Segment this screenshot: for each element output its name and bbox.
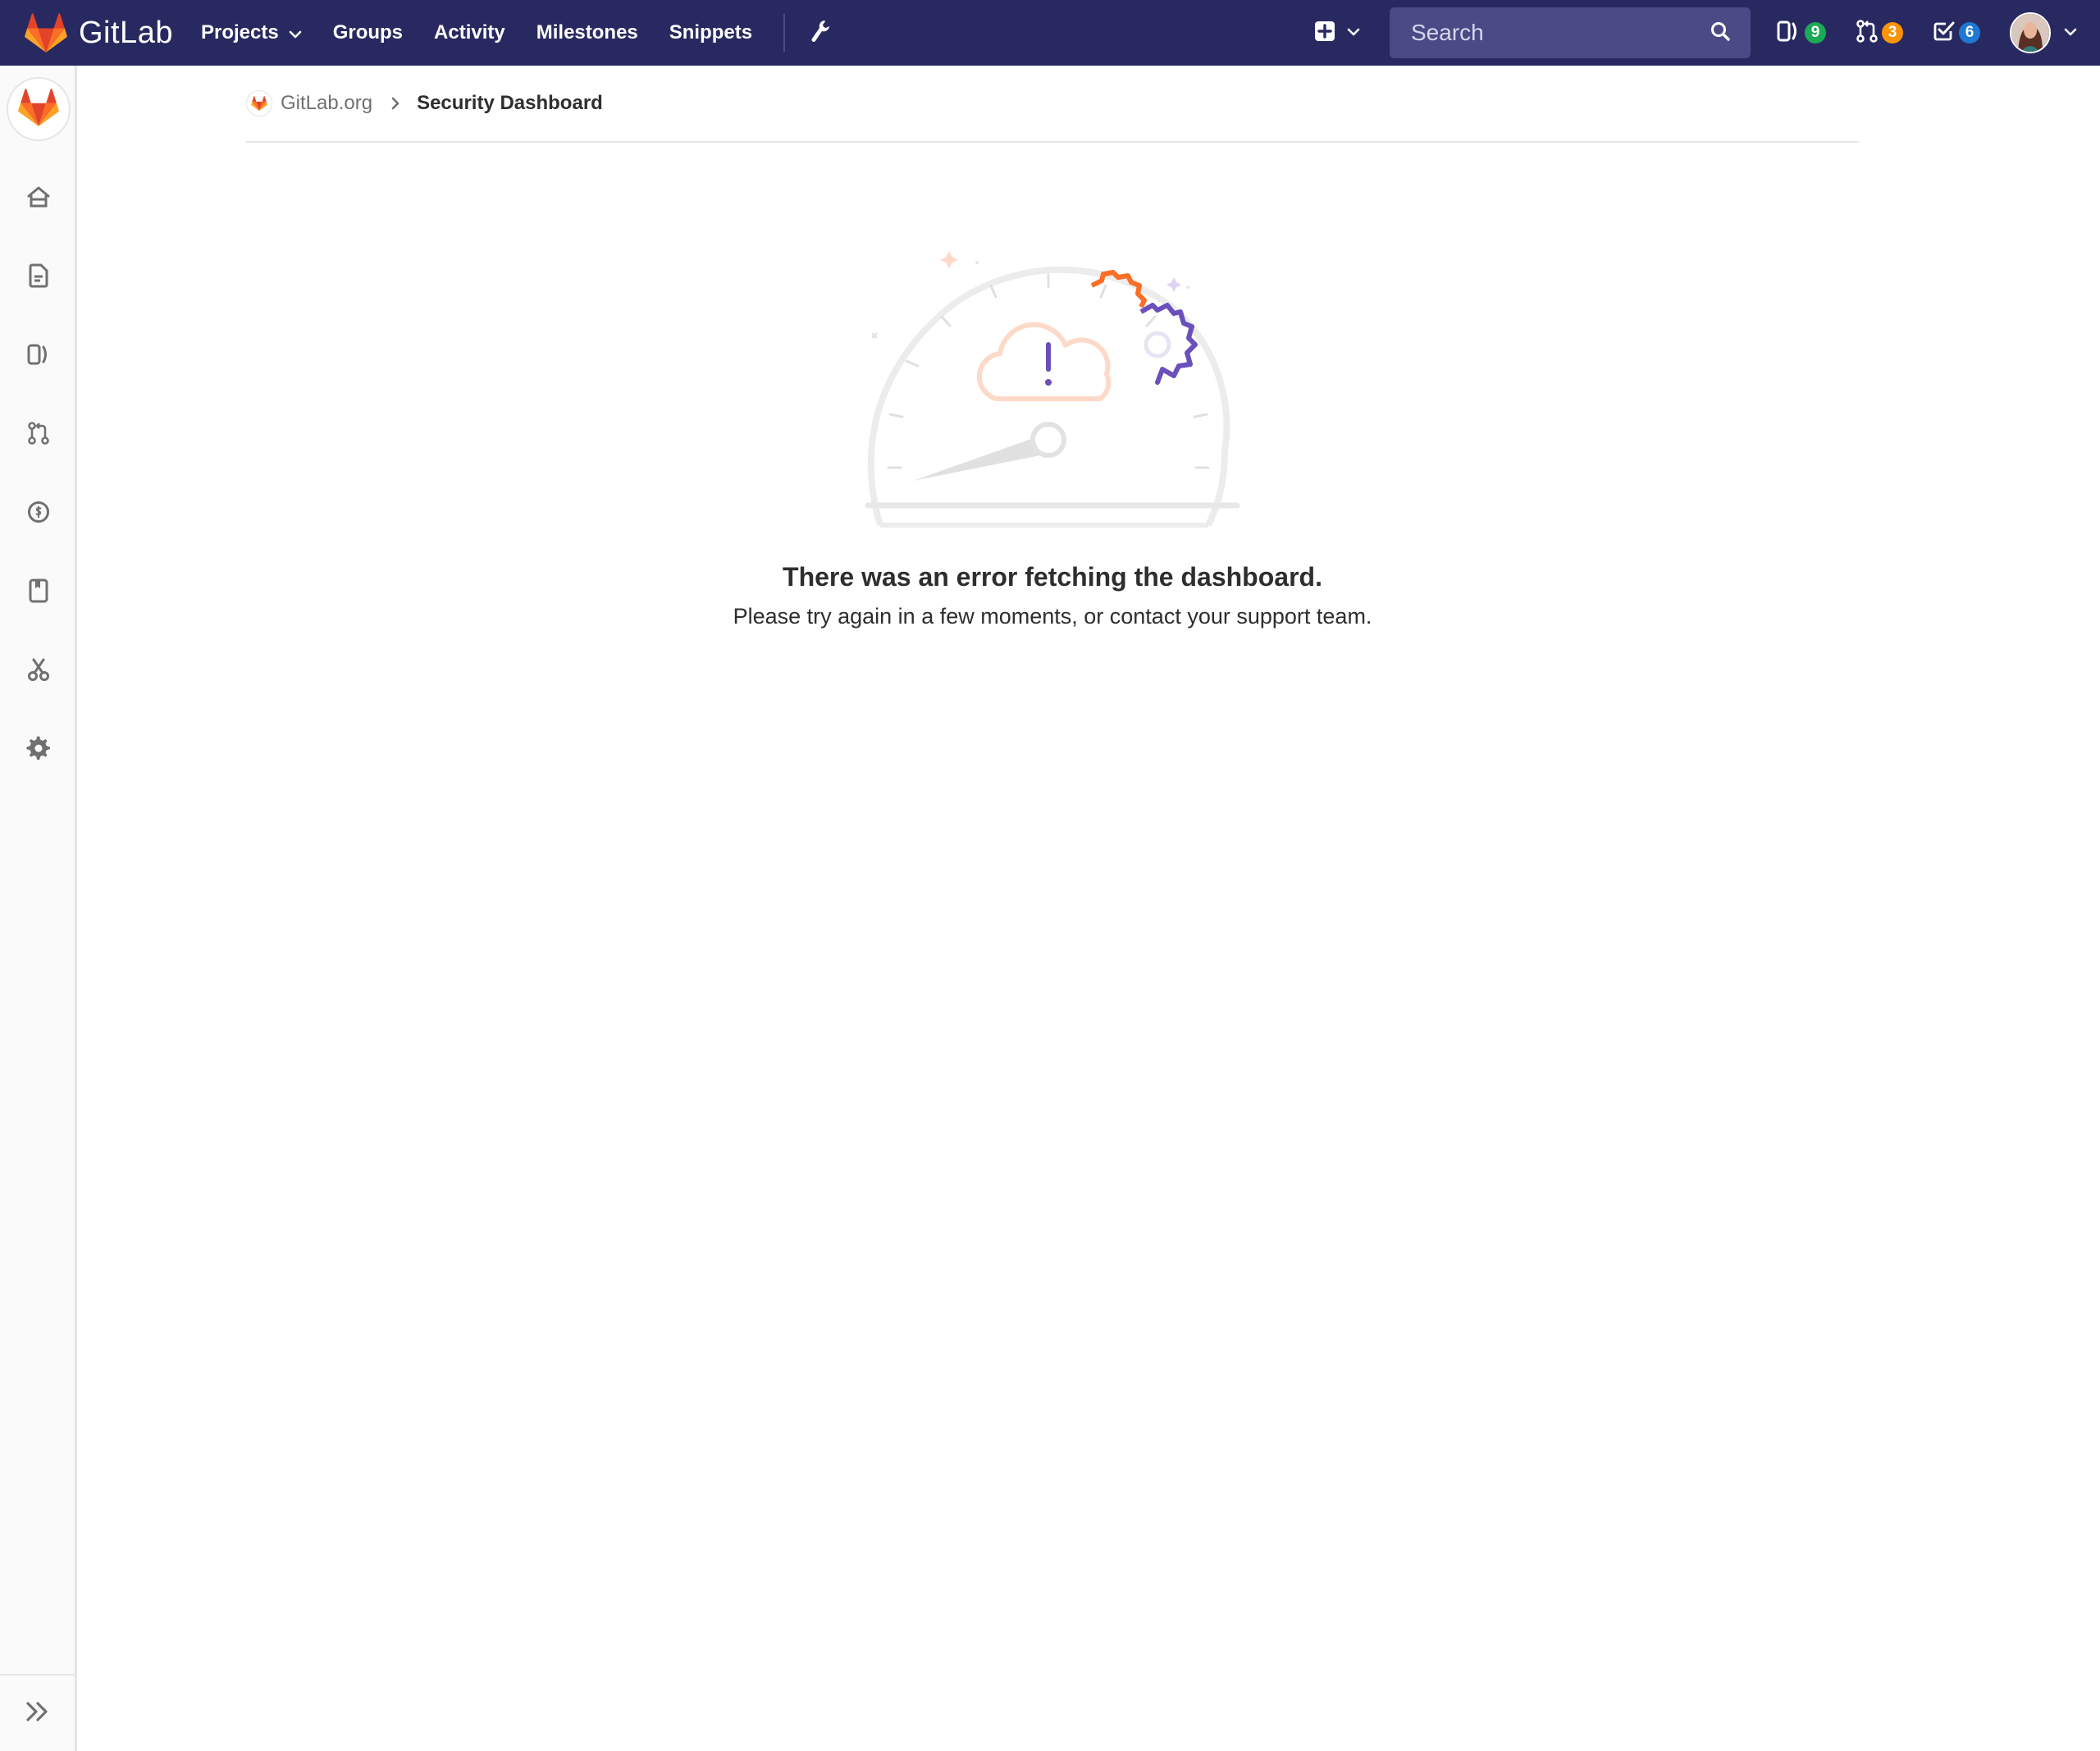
issues-count-badge: 9 [1805,22,1826,43]
issues-icon [1777,20,1801,47]
breadcrumb-current-page[interactable]: Security Dashboard [417,92,603,115]
group-sidebar [0,66,77,1751]
file-icon [28,263,49,292]
issues-counter[interactable]: 9 [1777,20,1826,47]
gitlab-logo-icon [18,88,59,130]
merge-request-icon [27,420,50,450]
merge-requests-count-badge: 3 [1882,22,1903,43]
plus-square-icon [1314,21,1335,46]
nav-milestones[interactable]: Milestones [536,21,638,44]
user-menu[interactable] [2010,12,2077,53]
brand-name: GitLab [79,15,173,50]
todo-check-icon [1933,20,1956,47]
todos-counter[interactable]: 6 [1933,20,1980,47]
sidebar-item-snippets[interactable] [0,648,77,694]
home-icon [26,185,51,213]
gitlab-logo-icon [25,13,67,53]
chevron-down-icon [289,21,302,44]
breadcrumb-group-link[interactable]: GitLab.org [246,90,372,117]
sidebar-item-epics[interactable] [0,254,77,300]
sidebar-item-settings[interactable] [0,727,77,773]
sidebar-item-issues[interactable] [0,333,77,379]
sidebar-item-overview[interactable] [0,176,77,222]
nav-projects-label: Projects [200,21,279,43]
nav-groups[interactable]: Groups [333,21,403,44]
group-avatar[interactable] [7,77,71,141]
merge-request-icon [1856,19,1879,48]
breadcrumb: GitLab.org Security Dashboard [246,66,1859,143]
nav-divider [783,14,786,52]
search-box [1390,7,1751,58]
chevron-down-icon [1347,25,1360,40]
nav-projects[interactable]: Projects [201,21,302,44]
nav-activity-label: Activity [434,21,505,43]
error-empty-state: There was an error fetching the dashboar… [246,238,1859,629]
search-input[interactable] [1409,19,1691,47]
search-icon[interactable] [1710,21,1731,46]
issues-icon [26,343,51,370]
gitlab-logo-icon [246,90,272,117]
error-title: There was an error fetching the dashboar… [783,562,1322,592]
nav-milestones-label: Milestones [536,21,638,43]
nav-activity[interactable]: Activity [434,21,505,44]
wrench-icon [810,19,831,48]
chevron-down-icon [2064,25,2077,40]
gitlab-home-link[interactable]: GitLab [0,0,173,66]
scissors-icon [27,657,50,686]
navbar-right: 9 3 6 [1314,0,2100,66]
dashboard-error-illustration [831,238,1274,537]
cost-icon [26,500,51,528]
double-chevron-right-icon [25,1701,51,1726]
sidebar-item-merge-requests[interactable] [0,412,77,458]
error-description: Please try again in a few moments, or co… [733,604,1372,629]
wiki-icon [28,578,49,607]
nav-snippets-label: Snippets [669,21,753,43]
sidebar-item-wiki[interactable] [0,569,77,615]
todos-count-badge: 6 [1959,22,1980,43]
main-nav: Projects Groups Activity Milestones Snip… [201,0,831,66]
top-navbar: GitLab Projects Groups Activity Mileston… [0,0,2100,66]
nav-groups-label: Groups [332,21,404,43]
new-dropdown-button[interactable] [1314,21,1360,46]
collapse-sidebar-button[interactable] [0,1674,75,1751]
user-avatar [2010,12,2051,53]
chevron-right-icon [390,96,400,111]
merge-requests-counter[interactable]: 3 [1856,19,1903,48]
sidebar-item-security[interactable] [0,491,77,537]
nav-snippets[interactable]: Snippets [669,21,752,44]
settings-icon [26,735,51,765]
breadcrumb-group-label: GitLab.org [281,92,373,114]
admin-area-button[interactable] [810,19,831,48]
